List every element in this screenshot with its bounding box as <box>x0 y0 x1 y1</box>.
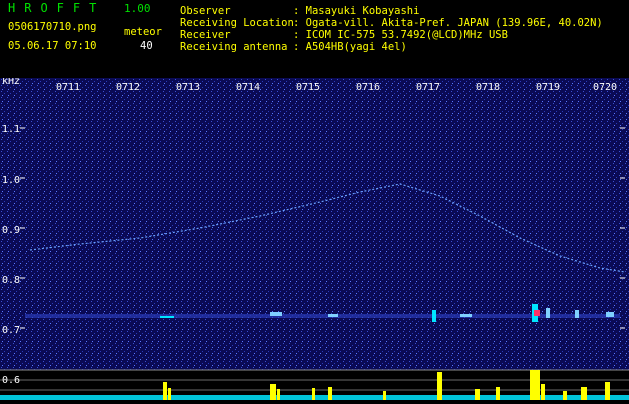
time-tick: 0716 <box>356 82 380 93</box>
freq-tick: 1.0 <box>2 175 20 186</box>
info-value-location: : Ogata-vill. Akita-Pref. JAPAN (139.96E… <box>293 17 603 29</box>
info-value-observer: : Masayuki Kobayashi <box>293 5 420 17</box>
time-tick: 0720 <box>593 82 617 93</box>
meteor-label: meteor <box>124 26 162 38</box>
header-panel: HROFFT 1.00 0506170710.png meteor 05.06.… <box>0 0 629 78</box>
meteor-count: 40 <box>140 40 153 52</box>
info-value-antenna: : A504HB(yagi 4el) <box>293 41 407 53</box>
time-tick: 0712 <box>116 82 140 93</box>
freq-tick: 0.9 <box>2 225 20 236</box>
unit-label: kHz <box>2 78 20 87</box>
time-tick: 0711 <box>56 82 80 93</box>
time-tick: 0718 <box>476 82 500 93</box>
app-title: HROFFT <box>8 1 106 15</box>
freq-tick: 0.7 <box>2 325 20 336</box>
info-value-receiver: : ICOM IC-575 53.7492(@LCD)MHz USB <box>293 29 508 41</box>
freq-tick: 1.1 <box>2 124 20 135</box>
info-label-observer: Observer <box>180 5 231 17</box>
freq-tick: 0.6 <box>2 375 20 386</box>
time-tick: 0717 <box>416 82 440 93</box>
file-name: 0506170710.png <box>8 21 97 33</box>
info-label-location: Receiving Location <box>180 17 294 29</box>
time-tick: 0719 <box>536 82 560 93</box>
meteor-head-echo <box>534 310 540 316</box>
date-time: 05.06.17 07:10 <box>8 40 97 52</box>
freq-tick: 0.8 <box>2 275 20 286</box>
info-label-antenna: Receiving antenna <box>180 41 288 53</box>
info-label-receiver: Receiver <box>180 29 231 41</box>
app-version: 1.00 <box>124 2 151 15</box>
time-tick: 0714 <box>236 82 260 93</box>
spectrogram-panel: kHz 0711 0712 0713 0714 0715 0716 0717 0… <box>0 76 629 400</box>
time-tick: 0715 <box>296 82 320 93</box>
spectrogram: kHz 0711 0712 0713 0714 0715 0716 0717 0… <box>0 76 629 400</box>
time-tick: 0713 <box>176 82 200 93</box>
